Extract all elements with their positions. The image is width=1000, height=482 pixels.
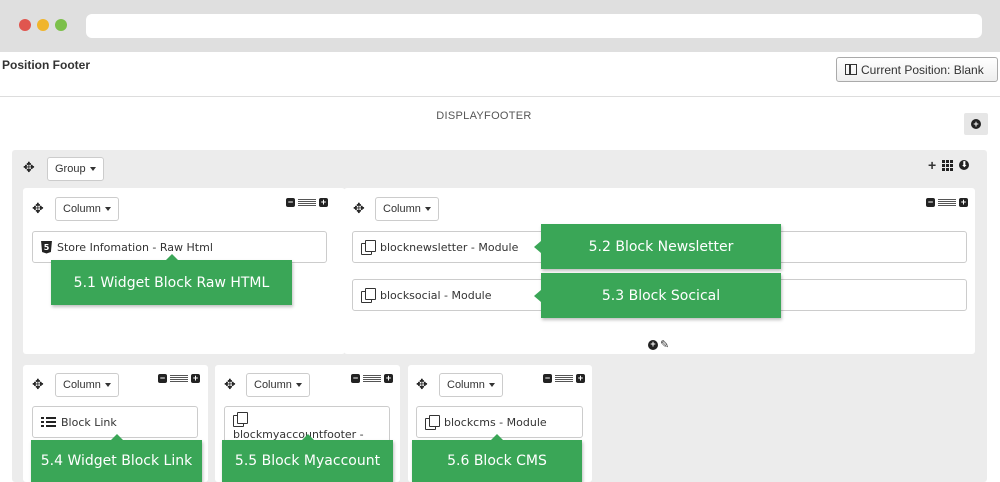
page-title: Position Footer: [2, 58, 90, 72]
add-column-icon[interactable]: +: [928, 157, 936, 173]
plus-circle-icon[interactable]: +: [648, 339, 658, 350]
minus-square-icon[interactable]: −: [351, 374, 360, 383]
column-2: ✥ Column − + blocknewsletter - Module bl…: [344, 188, 975, 354]
address-bar[interactable]: [86, 14, 982, 38]
pencil-icon[interactable]: ✎: [660, 338, 669, 351]
module-icon: [361, 288, 376, 303]
move-icon[interactable]: ✥: [23, 159, 35, 176]
move-icon[interactable]: ✥: [416, 376, 428, 393]
minus-square-icon[interactable]: −: [286, 198, 295, 207]
plus-square-icon[interactable]: +: [191, 374, 200, 383]
plus-circle-icon: +: [971, 119, 981, 129]
html5-icon: 5: [41, 240, 52, 254]
window-maximize-dot[interactable]: [55, 19, 67, 31]
module-label: blocksocial - Module: [380, 288, 492, 302]
move-icon[interactable]: ✥: [32, 376, 44, 393]
add-group-button[interactable]: +: [964, 113, 988, 135]
column-dropdown-label: Column: [63, 379, 101, 391]
plus-square-icon[interactable]: +: [319, 198, 328, 207]
hook-title: DISPLAYFOOTER: [436, 110, 532, 122]
group-dropdown[interactable]: Group: [47, 157, 104, 181]
header-divider: [0, 96, 1000, 97]
callout-block-newsletter: 5.2 Block Newsletter: [534, 224, 781, 269]
arrow-down-circle-icon[interactable]: ⬇: [959, 160, 970, 170]
plus-square-icon[interactable]: +: [384, 374, 393, 383]
callout-widget-block-raw-html: 5.1 Widget Block Raw HTML: [51, 254, 292, 305]
module-icon: [361, 240, 376, 255]
caret-down-icon: [295, 383, 302, 387]
minus-square-icon[interactable]: −: [543, 374, 552, 383]
caret-down-icon: [89, 167, 96, 171]
caret-down-icon: [488, 383, 495, 387]
group-container: ✥ Group + ⬇ ✥ Column − + 5 Store Infomat…: [12, 150, 987, 482]
column-toolbar: − +: [286, 198, 328, 207]
column-dropdown[interactable]: Column: [55, 197, 119, 221]
browser-chrome: [0, 0, 1000, 52]
caret-down-icon: [104, 383, 111, 387]
callout-block-social: 5.3 Block Socical: [534, 273, 781, 318]
current-position-label: Current Position: Blank: [861, 62, 984, 77]
window-close-dot[interactable]: [19, 19, 31, 31]
plus-square-icon[interactable]: +: [959, 198, 968, 207]
width-lines-icon[interactable]: [298, 199, 316, 206]
module-icon: [233, 411, 248, 427]
columns-icon: [845, 64, 857, 75]
move-icon[interactable]: ✥: [353, 200, 365, 217]
minus-square-icon[interactable]: −: [926, 198, 935, 207]
column-dropdown-label: Column: [383, 203, 421, 215]
plus-square-icon[interactable]: +: [576, 374, 585, 383]
module-label: Store Infomation - Raw Html: [57, 240, 213, 254]
callout-widget-block-link: 5.4 Widget Block Link: [31, 434, 202, 482]
window-minimize-dot[interactable]: [37, 19, 49, 31]
column-toolbar: − +: [543, 374, 585, 383]
caret-down-icon: [104, 207, 111, 211]
module-label: blockcms - Module: [444, 415, 547, 429]
width-lines-icon[interactable]: [555, 375, 573, 382]
caret-down-icon: [424, 207, 431, 211]
column-toolbar: − +: [351, 374, 393, 383]
column-dropdown[interactable]: Column: [246, 373, 310, 397]
column-dropdown[interactable]: Column: [55, 373, 119, 397]
module-icon: [425, 415, 440, 430]
column-dropdown[interactable]: Column: [375, 197, 439, 221]
minus-square-icon[interactable]: −: [158, 374, 167, 383]
move-icon[interactable]: ✥: [224, 376, 236, 393]
module-label: blocknewsletter - Module: [380, 240, 519, 254]
width-lines-icon[interactable]: [170, 375, 188, 382]
move-icon[interactable]: ✥: [32, 200, 44, 217]
column-dropdown[interactable]: Column: [439, 373, 503, 397]
column-toolbar: − +: [926, 198, 968, 207]
group-dropdown-label: Group: [55, 163, 86, 175]
column-dropdown-label: Column: [63, 203, 101, 215]
grid-icon[interactable]: [942, 159, 954, 171]
module-item[interactable]: 5 Store Infomation - Raw Html: [32, 231, 327, 263]
column-add-tools: + ✎: [648, 338, 669, 351]
list-icon: [41, 417, 56, 427]
module-label: blockmyaccountfooter -: [233, 427, 364, 441]
width-lines-icon[interactable]: [938, 199, 956, 206]
column-dropdown-label: Column: [254, 379, 292, 391]
module-label: Block Link: [61, 415, 117, 429]
callout-block-cms: 5.6 Block CMS: [412, 434, 582, 482]
current-position-button[interactable]: Current Position: Blank: [836, 57, 998, 82]
width-lines-icon[interactable]: [363, 375, 381, 382]
callout-block-myaccount: 5.5 Block Myaccount: [222, 434, 393, 482]
column-toolbar: − +: [158, 374, 200, 383]
group-toolbar: + ⬇: [928, 157, 970, 173]
column-dropdown-label: Column: [447, 379, 485, 391]
